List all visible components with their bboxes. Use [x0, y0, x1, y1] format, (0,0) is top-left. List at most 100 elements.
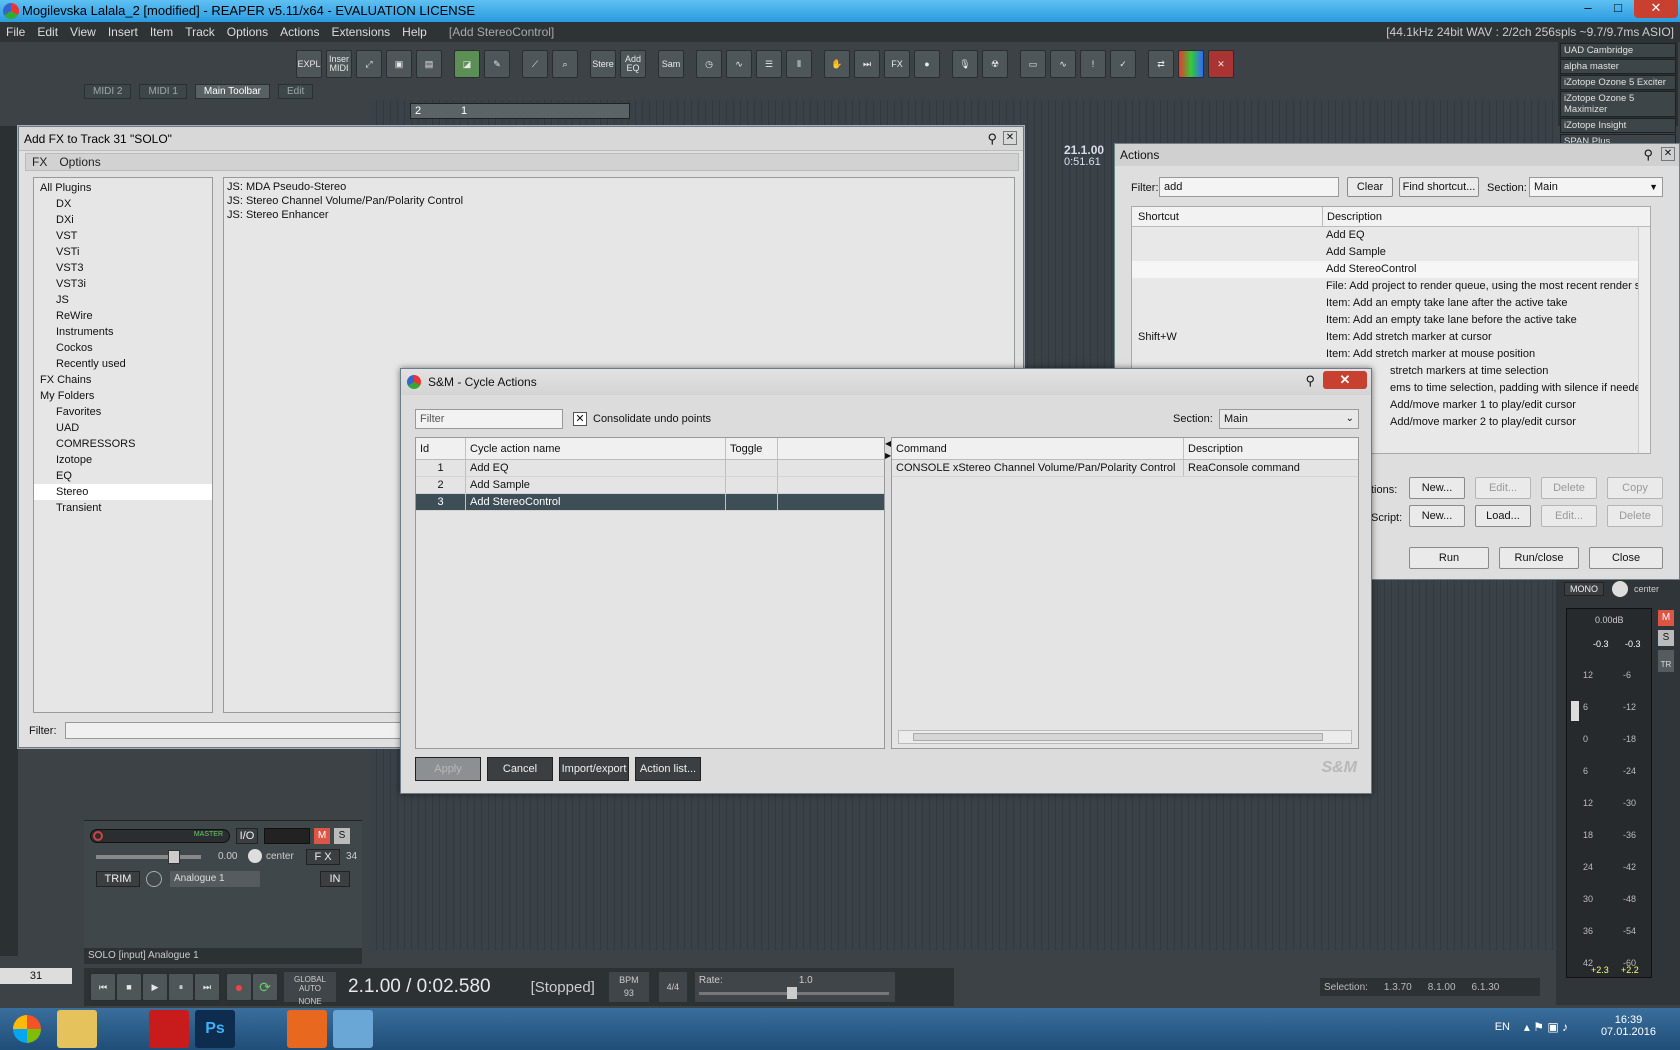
language-indicator[interactable]: EN	[1495, 1021, 1510, 1033]
copy-action-button[interactable]: Copy	[1607, 477, 1663, 499]
tab-edit[interactable]: Edit	[277, 83, 314, 99]
pin-icon[interactable]: ⚲	[1643, 147, 1653, 163]
speech-icon[interactable]: ●	[914, 50, 940, 78]
apply-button[interactable]: Apply	[415, 757, 481, 781]
edit-action-button[interactable]: Edit...	[1475, 477, 1531, 499]
col-toggle[interactable]: Toggle	[726, 438, 778, 459]
plugin-slot[interactable]: iZotope Insight	[1560, 118, 1676, 133]
tree-node[interactable]: Cockos	[34, 340, 212, 356]
row-toggle[interactable]	[726, 494, 778, 510]
time-signature[interactable]: 4/4	[658, 972, 687, 1002]
tree-node[interactable]: VSTi	[34, 244, 212, 260]
explorer-button[interactable]: EXPL	[296, 50, 322, 78]
color-icon[interactable]	[1178, 50, 1204, 78]
plugin-slot[interactable]: iZotope Ozone 5 Maximizer	[1560, 91, 1676, 117]
plugin-slot[interactable]: UAD Cambridge	[1560, 43, 1676, 58]
explorer-icon[interactable]	[57, 1010, 97, 1048]
tree-node[interactable]: Favorites	[34, 404, 212, 420]
tree-node[interactable]: Izotope	[34, 452, 212, 468]
menu-view[interactable]: View	[64, 22, 102, 42]
action-list-button[interactable]: Action list...	[635, 757, 701, 781]
selection-length[interactable]: 6.1.30	[1472, 982, 1500, 993]
tree-node[interactable]: My Folders	[34, 388, 212, 404]
tool-icon[interactable]: ✓	[1110, 50, 1136, 78]
loop-icon[interactable]: ⟳	[252, 973, 278, 1001]
envelope-icon[interactable]: ⟋	[522, 50, 548, 78]
add-eq-button[interactable]: Add EQ	[620, 50, 646, 78]
close-icon[interactable]: ✕	[1661, 147, 1675, 161]
close-fx-icon[interactable]: ✕	[1208, 50, 1234, 78]
close-icon[interactable]: ✕	[1323, 371, 1367, 389]
row-toggle[interactable]	[726, 477, 778, 493]
menu-edit[interactable]: Edit	[31, 22, 64, 42]
stereo-button[interactable]: Stere	[590, 50, 616, 78]
tree-node[interactable]: VST3	[34, 260, 212, 276]
tree-node-selected[interactable]: Stereo	[34, 484, 212, 500]
edit-script-button[interactable]: Edit...	[1541, 505, 1597, 527]
pause-icon[interactable]: ⏸	[168, 973, 194, 1001]
close-window-button[interactable]: ✕	[1634, 0, 1678, 18]
solo-button[interactable]: S	[334, 828, 350, 844]
master-pan-knob[interactable]	[1612, 581, 1628, 597]
section-select[interactable]: Main ▼	[1529, 177, 1663, 197]
delete-script-button[interactable]: Delete	[1607, 505, 1663, 527]
photoshop-icon[interactable]: Ps	[195, 1010, 235, 1048]
fx-button[interactable]: F X	[306, 849, 340, 865]
mixer-icon[interactable]: ⫴	[786, 50, 812, 78]
scheduler-icon[interactable]	[241, 1010, 281, 1048]
input-select[interactable]: Analogue 1	[170, 871, 260, 887]
play-icon[interactable]: ▶	[142, 973, 168, 1001]
table-row[interactable]: 2 Add Sample	[416, 477, 884, 494]
tab-main-toolbar[interactable]: Main Toolbar	[194, 83, 270, 99]
col-id[interactable]: Id	[416, 438, 466, 459]
master-mute-button[interactable]: M	[1658, 610, 1674, 626]
screen-icon[interactable]: ▭	[1020, 50, 1046, 78]
trim-button[interactable]: TRIM	[96, 871, 140, 887]
tree-node[interactable]: ReWire	[34, 308, 212, 324]
close-button[interactable]: Close	[1589, 547, 1663, 569]
record-icon[interactable]: ●	[226, 973, 252, 1001]
col-description[interactable]: Description	[1322, 207, 1382, 227]
start-button[interactable]	[3, 1010, 51, 1048]
opera-icon[interactable]	[149, 1010, 189, 1048]
go-to-end-icon[interactable]: ⏭	[194, 973, 220, 1001]
new-action-button[interactable]: New...	[1409, 477, 1465, 499]
master-fader-handle[interactable]	[1571, 701, 1579, 721]
tree-node[interactable]: FX Chains	[34, 372, 212, 388]
sample-button[interactable]: Sam	[658, 50, 684, 78]
fox-app-icon[interactable]	[103, 1010, 143, 1048]
menu-extensions[interactable]: Extensions	[325, 22, 396, 42]
mute-button[interactable]: M	[314, 828, 330, 844]
routing-icon[interactable]: ⇄	[1148, 50, 1174, 78]
phase-icon[interactable]	[146, 871, 162, 887]
zoom-icon[interactable]: ⌕	[552, 50, 578, 78]
tray-icons[interactable]: ▴ ⚑ ▣ ♪	[1524, 1020, 1568, 1034]
mono-button[interactable]: MONO	[1564, 582, 1604, 596]
col-shortcut[interactable]: Shortcut	[1138, 207, 1179, 227]
plugin-item[interactable]: JS: Stereo Channel Volume/Pan/Polarity C…	[227, 194, 1011, 208]
tab-midi-2[interactable]: MIDI 2	[84, 83, 132, 99]
menu-insert[interactable]: Insert	[102, 22, 144, 42]
table-row[interactable]: Add Sample	[1132, 244, 1650, 261]
maximize-button[interactable]: □	[1604, 0, 1632, 18]
firefox-icon[interactable]	[287, 1010, 327, 1048]
reaper-taskbar-icon[interactable]	[333, 1010, 373, 1048]
table-row[interactable]: Add StereoControl	[1132, 261, 1650, 278]
cycle-section-select[interactable]: Main ⌄	[1219, 409, 1359, 429]
find-shortcut-button[interactable]: Find shortcut...	[1399, 177, 1479, 197]
table-row[interactable]: Shift+W Item: Add stretch marker at curso…	[1132, 329, 1650, 346]
volume-fader-handle[interactable]	[168, 850, 180, 864]
table-row[interactable]: File: Add project to render queue, using…	[1132, 278, 1650, 295]
menu-options[interactable]: Options	[53, 154, 106, 170]
load-script-button[interactable]: Load...	[1475, 505, 1531, 527]
plugin-slot[interactable]: alpha master	[1560, 59, 1676, 74]
fit-icon[interactable]: ⤢	[356, 50, 382, 78]
menu-item[interactable]: Item	[144, 22, 179, 42]
clock[interactable]: 16:39 07.01.2016	[1601, 1014, 1656, 1038]
table-row[interactable]: CONSOLE xStereo Channel Volume/Pan/Polar…	[892, 460, 1358, 477]
menu-help[interactable]: Help	[396, 22, 433, 42]
actions-filter-input[interactable]: add	[1159, 177, 1339, 197]
pencil-icon[interactable]: ✎	[484, 50, 510, 78]
track-list-icon[interactable]: ☰	[756, 50, 782, 78]
table-row[interactable]: Item: Add an empty take lane before the …	[1132, 312, 1650, 329]
